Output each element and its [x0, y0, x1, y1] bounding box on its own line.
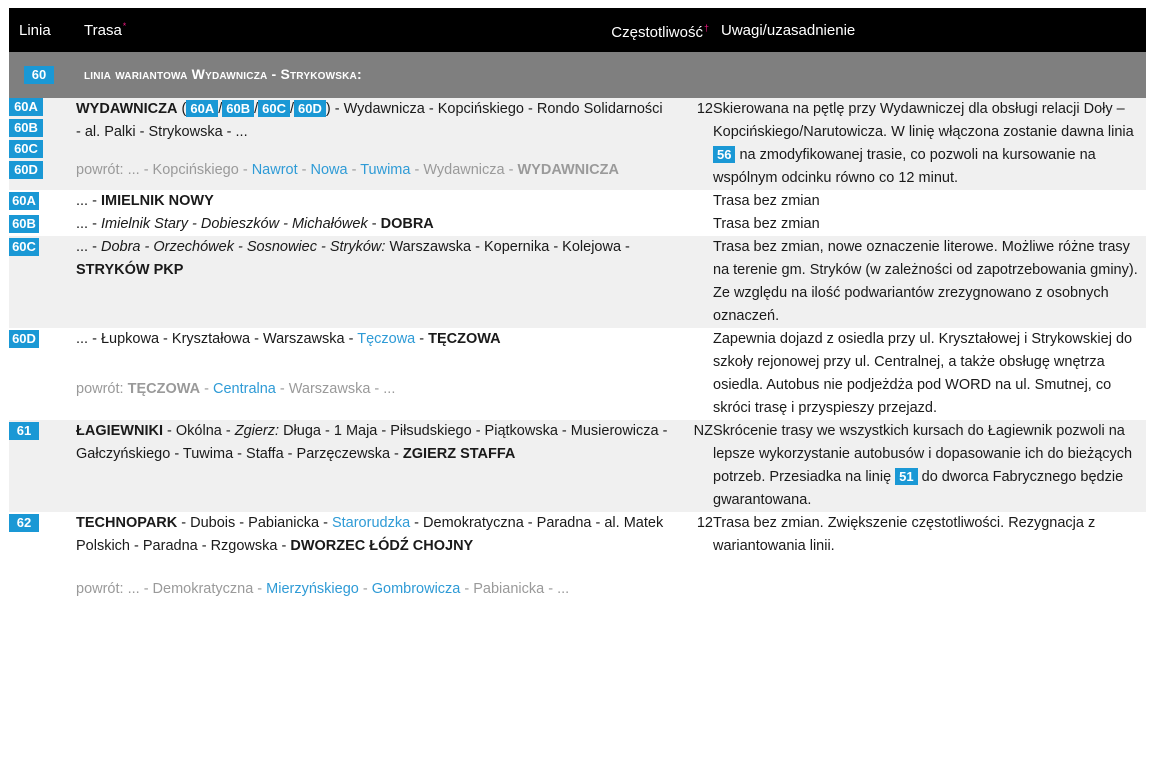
route-cell: ... - Imielnik Stary - Dobieszków - Mich… [76, 213, 668, 236]
line-badge: 51 [895, 468, 918, 485]
note-cell: Skierowana na pętlę przy Wydawniczej dla… [713, 98, 1146, 190]
line-badge: 60D [294, 100, 326, 117]
frequency-cell [668, 236, 713, 328]
return-route: powrót: ... - Demokratyczna - Mierzyński… [76, 581, 570, 597]
line-badge: 60D [9, 161, 43, 179]
line-badge: 60A [186, 100, 219, 117]
route-cell: TECHNOPARK - Dubois - Pabianicka - Staro… [76, 512, 668, 601]
line-badge: 60C [9, 238, 39, 256]
note-cell: Trasa bez zmian. Zwiększenie częstotliwo… [713, 512, 1146, 601]
header-uwagi: Uwagi/uzasadnienie [713, 8, 1146, 52]
line-badge: 60A [9, 98, 43, 116]
route-cell: ... - Dobra - Orzechówek - Sosnowiec - S… [76, 236, 668, 328]
route-cell: ŁAGIEWNIKI - Okólna - Zgierz: Długa - 1 … [76, 420, 668, 512]
table-row: 62 TECHNOPARK - Dubois - Pabianicka - St… [9, 512, 1146, 601]
frequency-cell: NZ [668, 420, 713, 512]
line-badge: 60C [9, 140, 43, 158]
header-trasa: Trasa* [76, 8, 668, 52]
routes-table: Linia Trasa* Częstotliwość† Uwagi/uzasad… [9, 8, 1146, 601]
route-cell: ... - Łupkowa - Kryształowa - Warszawska… [76, 328, 668, 420]
table-row: 60B ... - Imielnik Stary - Dobieszków - … [9, 213, 1146, 236]
note-cell: Skrócenie trasy we wszystkich kursach do… [713, 420, 1146, 512]
header-linia: Linia [9, 8, 76, 52]
frequency-cell: 12 [668, 98, 713, 190]
table-header: Linia Trasa* Częstotliwość† Uwagi/uzasad… [9, 8, 1146, 52]
line-badge: 60B [222, 100, 255, 117]
line-badge: 60B [9, 119, 43, 137]
frequency-cell: 12 [668, 512, 713, 601]
table-row: 60A 60B 60C 60D WYDAWNICZA (60A/60B/60C /… [9, 98, 1146, 190]
note-cell: Zapewnia dojazd z osiedla przy ul. Krysz… [713, 328, 1146, 420]
frequency-cell [668, 190, 713, 213]
table-row: 60C ... - Dobra - Orzechówek - Sosnowiec… [9, 236, 1146, 328]
note-cell: Trasa bez zmian [713, 190, 1146, 213]
note-cell: Trasa bez zmian, nowe oznaczenie literow… [713, 236, 1146, 328]
frequency-cell [668, 328, 713, 420]
line-badge: 60D [9, 330, 39, 348]
line-badge: 60C [258, 100, 290, 117]
table-row: 61 ŁAGIEWNIKI - Okólna - Zgierz: Długa -… [9, 420, 1146, 512]
frequency-cell [668, 213, 713, 236]
group-row: 60 linia wariantowa Wydawnicza - Strykow… [9, 52, 1146, 98]
header-czestotliwosc: Częstotliwość† [611, 8, 713, 52]
table-row: 60A ... - IMIELNIK NOWY Trasa bez zmian [9, 190, 1146, 213]
table-row: 60D ... - Łupkowa - Kryształowa - Warsza… [9, 328, 1146, 420]
return-route: powrót: TĘCZOWA - Centralna - Warszawska… [76, 381, 396, 397]
group-title: linia wariantowa Wydawnicza - Strykowska… [76, 52, 1146, 98]
line-badge: 60A [9, 192, 39, 210]
return-route: powrót: ... - Kopcińskiego - Nawrot - No… [76, 162, 619, 178]
route-cell: ... - IMIELNIK NOWY [76, 190, 668, 213]
line-badge: 56 [713, 146, 736, 163]
line-badge: 60 [24, 65, 54, 84]
footnote-marker: * [122, 20, 127, 31]
route-changes-document: Linia Trasa* Częstotliwość† Uwagi/uzasad… [0, 0, 1161, 780]
footnote-marker: † [703, 23, 709, 33]
line-badge: 60B [9, 215, 39, 233]
line-badge: 62 [9, 514, 39, 532]
note-cell: Trasa bez zmian [713, 213, 1146, 236]
line-badge: 61 [9, 422, 39, 440]
route-cell: WYDAWNICZA (60A/60B/60C/60D) - Wydawnicz… [76, 98, 668, 190]
